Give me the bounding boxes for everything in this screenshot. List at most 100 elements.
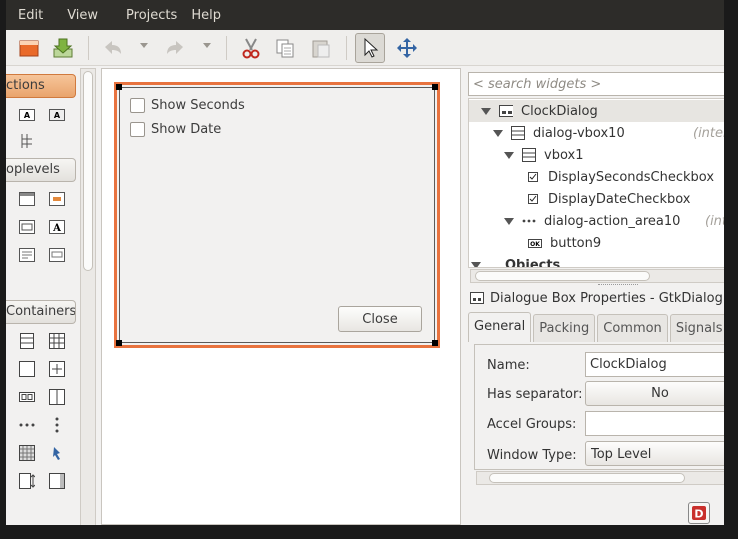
expander-chevron-down-icon[interactable] <box>504 151 514 159</box>
menu-projects[interactable]: Projects <box>106 4 185 28</box>
svg-text:A: A <box>24 111 31 120</box>
tree-item-dialog-action-area10[interactable]: dialog-action_area10 (inter <box>469 210 733 232</box>
window-widget-icon[interactable] <box>18 190 36 208</box>
show-seconds-checkbox[interactable] <box>130 98 145 113</box>
properties-horizontal-scrollbar[interactable] <box>476 471 734 485</box>
window-type-select[interactable]: Top Level <box>585 441 735 466</box>
tree-item-label: ClockDialog <box>521 103 598 119</box>
save-project-button[interactable] <box>48 33 78 63</box>
tab-signals[interactable]: Signals <box>669 314 729 342</box>
show-seconds-row[interactable]: Show Seconds <box>130 98 245 113</box>
menu-view[interactable]: View <box>51 4 106 28</box>
show-date-row[interactable]: Show Date <box>130 122 221 137</box>
vertical-button-box-widget-icon[interactable] <box>48 416 66 434</box>
toolbar-separator <box>88 36 89 60</box>
has-separator-toggle[interactable]: No <box>585 381 735 406</box>
show-date-label: Show Date <box>151 122 222 137</box>
properties-scrollbar-thumb[interactable] <box>489 473 685 483</box>
window-edge-bottom <box>0 525 738 539</box>
tree-item-button9[interactable]: OK button9 <box>469 232 733 254</box>
selection-handle-top-right[interactable] <box>432 84 438 90</box>
redo-button[interactable] <box>160 33 190 63</box>
tab-general[interactable]: General <box>468 312 532 342</box>
expander-chevron-down-icon[interactable] <box>481 107 491 115</box>
properties-header: Dialogue Box Properties - GtkDialog [Clo… <box>468 288 734 308</box>
select-pointer-icon <box>364 37 379 58</box>
select-pointer-button[interactable] <box>355 33 385 63</box>
tree-item-dialog-vbox10[interactable]: dialog-vbox10 (intern <box>469 122 733 144</box>
tree-scrollbar-thumb[interactable] <box>475 271 650 281</box>
glade-status-button[interactable]: D <box>688 502 710 524</box>
accel-label-widget-icon[interactable]: A <box>48 106 66 124</box>
close-button[interactable]: Close <box>338 306 422 332</box>
selection-handle-bottom-right[interactable] <box>432 340 438 346</box>
undo-history-chevron-down-icon[interactable] <box>140 43 148 48</box>
name-field[interactable]: ClockDialog <box>585 352 735 377</box>
tab-packing[interactable]: Packing <box>533 314 596 342</box>
drag-resize-button[interactable] <box>392 33 422 63</box>
palette-scrollbar[interactable] <box>80 68 96 530</box>
expander-chevron-down-icon[interactable] <box>493 129 503 137</box>
palette-group-toplevels[interactable]: oplevels <box>0 158 76 182</box>
tree-item-clockdialog[interactable]: ClockDialog <box>469 100 733 122</box>
button-box-widget-icon[interactable] <box>18 416 36 434</box>
tab-common[interactable]: Common <box>597 314 668 342</box>
tree-item-label: button9 <box>550 235 602 251</box>
tree-item-vbox1[interactable]: vbox1 <box>469 144 733 166</box>
copy-button[interactable] <box>270 33 300 63</box>
tree-horizontal-scrollbar[interactable] <box>470 269 732 283</box>
grid-widget-icon[interactable] <box>18 444 36 462</box>
paste-button[interactable] <box>306 33 336 63</box>
pane-resize-grip[interactable] <box>598 284 638 286</box>
expander-chevron-down-icon[interactable] <box>504 217 514 225</box>
search-widgets-input[interactable]: < search widgets > <box>468 72 734 96</box>
tree-item-objects[interactable]: Objects <box>469 254 733 268</box>
tree-item-display-seconds-checkbox[interactable]: DisplaySecondsCheckbox <box>469 166 733 188</box>
file-chooser-widget-icon[interactable] <box>18 246 36 264</box>
menubar: Edit View Projects Help <box>0 4 229 28</box>
label-widget-icon[interactable]: A <box>18 106 36 124</box>
table-widget-icon[interactable] <box>48 332 66 350</box>
show-seconds-label: Show Seconds <box>151 98 245 113</box>
menu-help[interactable]: Help <box>185 4 229 28</box>
scrolled-window-widget-icon[interactable] <box>48 472 66 490</box>
open-project-button[interactable] <box>14 33 44 63</box>
about-dialog-widget-icon[interactable] <box>18 218 36 236</box>
selection-handle-bottom-left[interactable] <box>116 340 122 346</box>
paste-icon <box>312 40 330 58</box>
clock-dialog-preview[interactable]: Show Seconds Show Date Close <box>114 82 440 348</box>
glade-d-icon: D <box>692 506 706 521</box>
show-date-checkbox[interactable] <box>130 122 145 137</box>
paned-widget-icon[interactable] <box>48 388 66 406</box>
button-box-icon <box>522 215 536 227</box>
palette-group-containers[interactable]: Containers <box>0 300 76 324</box>
fixed-widget-icon[interactable] <box>48 360 66 378</box>
tree-item-label: Objects <box>505 257 561 268</box>
accel-groups-label: Accel Groups: <box>487 417 577 432</box>
event-box-widget-icon[interactable] <box>48 444 66 462</box>
frame-widget-icon[interactable] <box>18 360 36 378</box>
palette-scrollbar-thumb[interactable] <box>83 71 93 271</box>
menu-edit[interactable]: Edit <box>0 4 51 28</box>
dialog-widget-icon[interactable] <box>48 190 66 208</box>
message-dialog-widget-icon[interactable] <box>48 246 66 264</box>
redo-history-chevron-down-icon[interactable] <box>203 43 211 48</box>
expander-widget-icon[interactable] <box>18 472 36 490</box>
font-dialog-widget-icon[interactable]: A <box>48 218 66 236</box>
undo-button[interactable] <box>98 33 128 63</box>
svg-text:OK: OK <box>530 241 540 248</box>
accel-groups-field[interactable] <box>585 411 735 436</box>
tree-item-display-date-checkbox[interactable]: DisplayDateCheckbox <box>469 188 733 210</box>
table-layout-widget-icon[interactable] <box>18 132 36 150</box>
cut-button[interactable] <box>236 33 266 63</box>
drag-resize-icon <box>397 38 417 58</box>
expander-chevron-down-icon[interactable] <box>471 261 481 267</box>
properties-tabs: General Packing Common Signals <box>468 312 738 342</box>
svg-text:A: A <box>54 111 61 120</box>
vbox-widget-icon[interactable] <box>18 332 36 350</box>
tree-item-label: DisplaySecondsCheckbox <box>548 169 715 185</box>
hbox-widget-icon[interactable] <box>18 388 36 406</box>
palette-group-actions[interactable]: ctions <box>0 74 76 98</box>
widget-tree: ClockDialog dialog-vbox10 (intern vbox1 … <box>468 98 734 268</box>
selection-handle-top-left[interactable] <box>116 84 122 90</box>
